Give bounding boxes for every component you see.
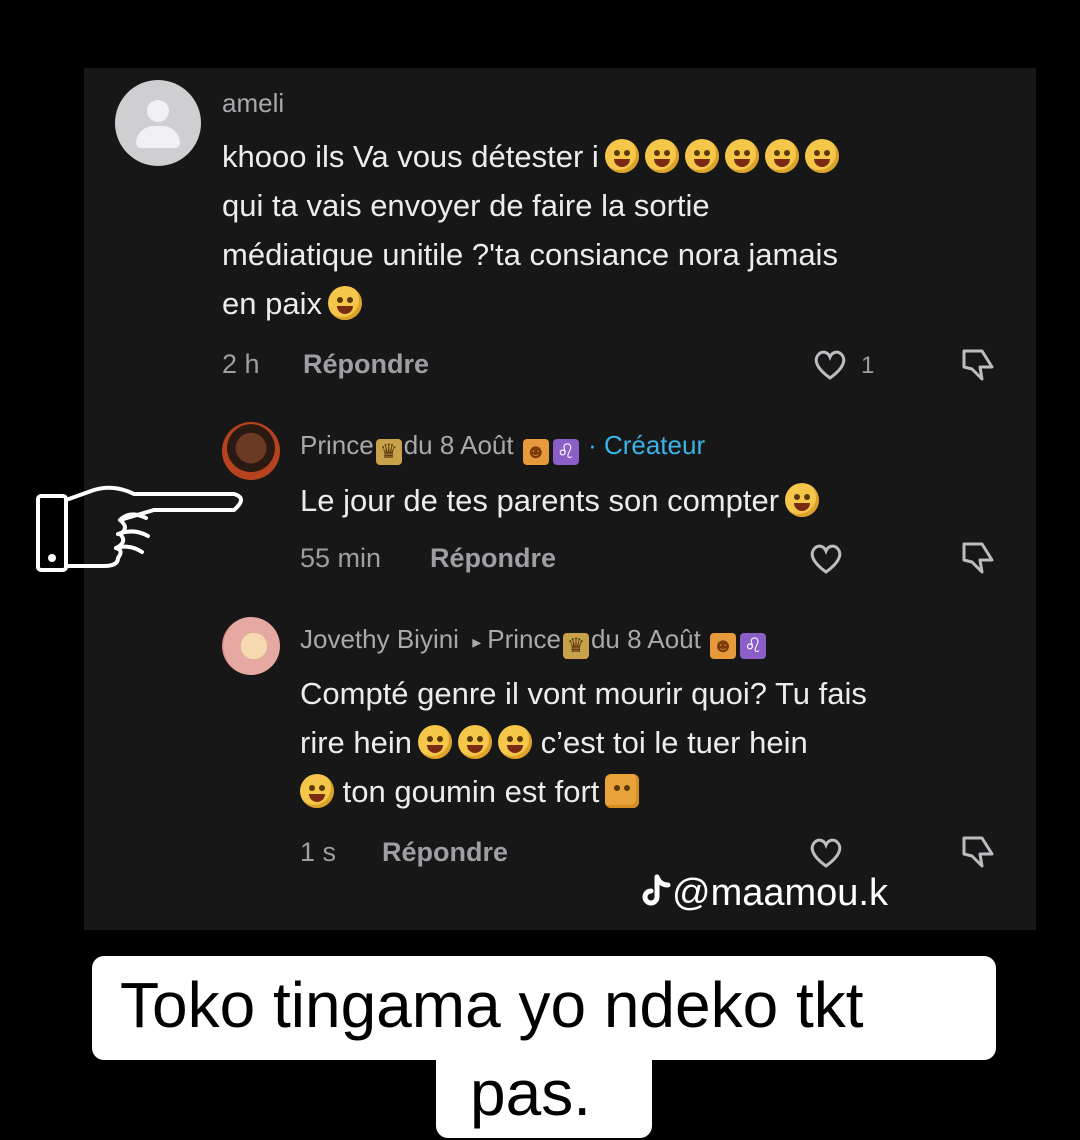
avatar[interactable] — [222, 422, 280, 480]
pointing-hand-icon — [36, 485, 243, 572]
comment-username[interactable]: Prince ♛ du 8 Août ☻ ♌ · Créateur — [300, 430, 705, 465]
rofl-emoji-icon — [327, 286, 362, 320]
comment-username[interactable]: Jovethy Biyini ▸ Prince ♛ du 8 Août ☻ ♌ — [300, 624, 768, 659]
winking-tongue-emoji-icon — [764, 139, 799, 173]
rofl-emoji-icon — [498, 725, 532, 759]
comment-time: 55 min — [300, 543, 382, 573]
comment-time: 1 s — [300, 837, 337, 867]
tiktok-icon — [642, 874, 671, 906]
rofl-emoji-icon — [458, 725, 492, 759]
winking-tongue-emoji-icon — [644, 139, 679, 173]
watermark: @maamou.k — [642, 872, 888, 915]
lion-icon: ☻ — [522, 439, 549, 465]
winking-tongue-emoji-icon — [604, 139, 639, 173]
comment-text: Le jour de tes parents son compter — [300, 476, 820, 525]
grin-emoji-icon — [300, 774, 334, 808]
avatar[interactable] — [222, 617, 280, 675]
crown-icon: ♛ — [375, 439, 402, 465]
watermark-handle: @maamou.k — [672, 872, 888, 914]
comment-username[interactable]: ameli — [222, 88, 284, 119]
heart-icon[interactable] — [806, 832, 846, 872]
dislike-icon[interactable] — [958, 832, 998, 872]
leo-icon: ♌ — [740, 633, 767, 659]
winking-tongue-emoji-icon — [684, 139, 719, 173]
comment-text: khooo ils Va vous détester i qui ta vais… — [222, 139, 839, 321]
leo-icon: ♌ — [552, 439, 579, 465]
reply-button[interactable]: Répondre — [303, 349, 429, 380]
dislike-icon[interactable] — [958, 345, 998, 385]
smirk-emoji-icon — [785, 483, 820, 517]
crown-icon: ♛ — [562, 633, 589, 659]
flexed-biceps-icon — [605, 774, 640, 808]
caption-line: Toko tingama yo ndeko tkt — [120, 969, 864, 1041]
lion-icon: ☻ — [710, 633, 737, 659]
caption-line: pas. — [470, 1057, 591, 1129]
reply-button[interactable]: Répondre — [430, 543, 556, 574]
comment-time: 2 h — [222, 349, 260, 379]
reply-button[interactable]: Répondre — [382, 837, 508, 868]
heart-icon[interactable] — [810, 344, 850, 384]
rofl-emoji-icon — [418, 725, 452, 759]
comment-text: Compté genre il vont mourir quoi? Tu fai… — [300, 676, 867, 809]
like-count: 1 — [861, 352, 875, 379]
reply-arrow-icon: ▸ — [472, 632, 482, 652]
dislike-icon[interactable] — [958, 538, 998, 578]
winking-tongue-emoji-icon — [724, 139, 759, 173]
heart-icon[interactable] — [806, 538, 846, 578]
creator-badge: · Créateur — [588, 430, 706, 460]
avatar[interactable] — [115, 80, 201, 166]
winking-tongue-emoji-icon — [804, 139, 839, 173]
